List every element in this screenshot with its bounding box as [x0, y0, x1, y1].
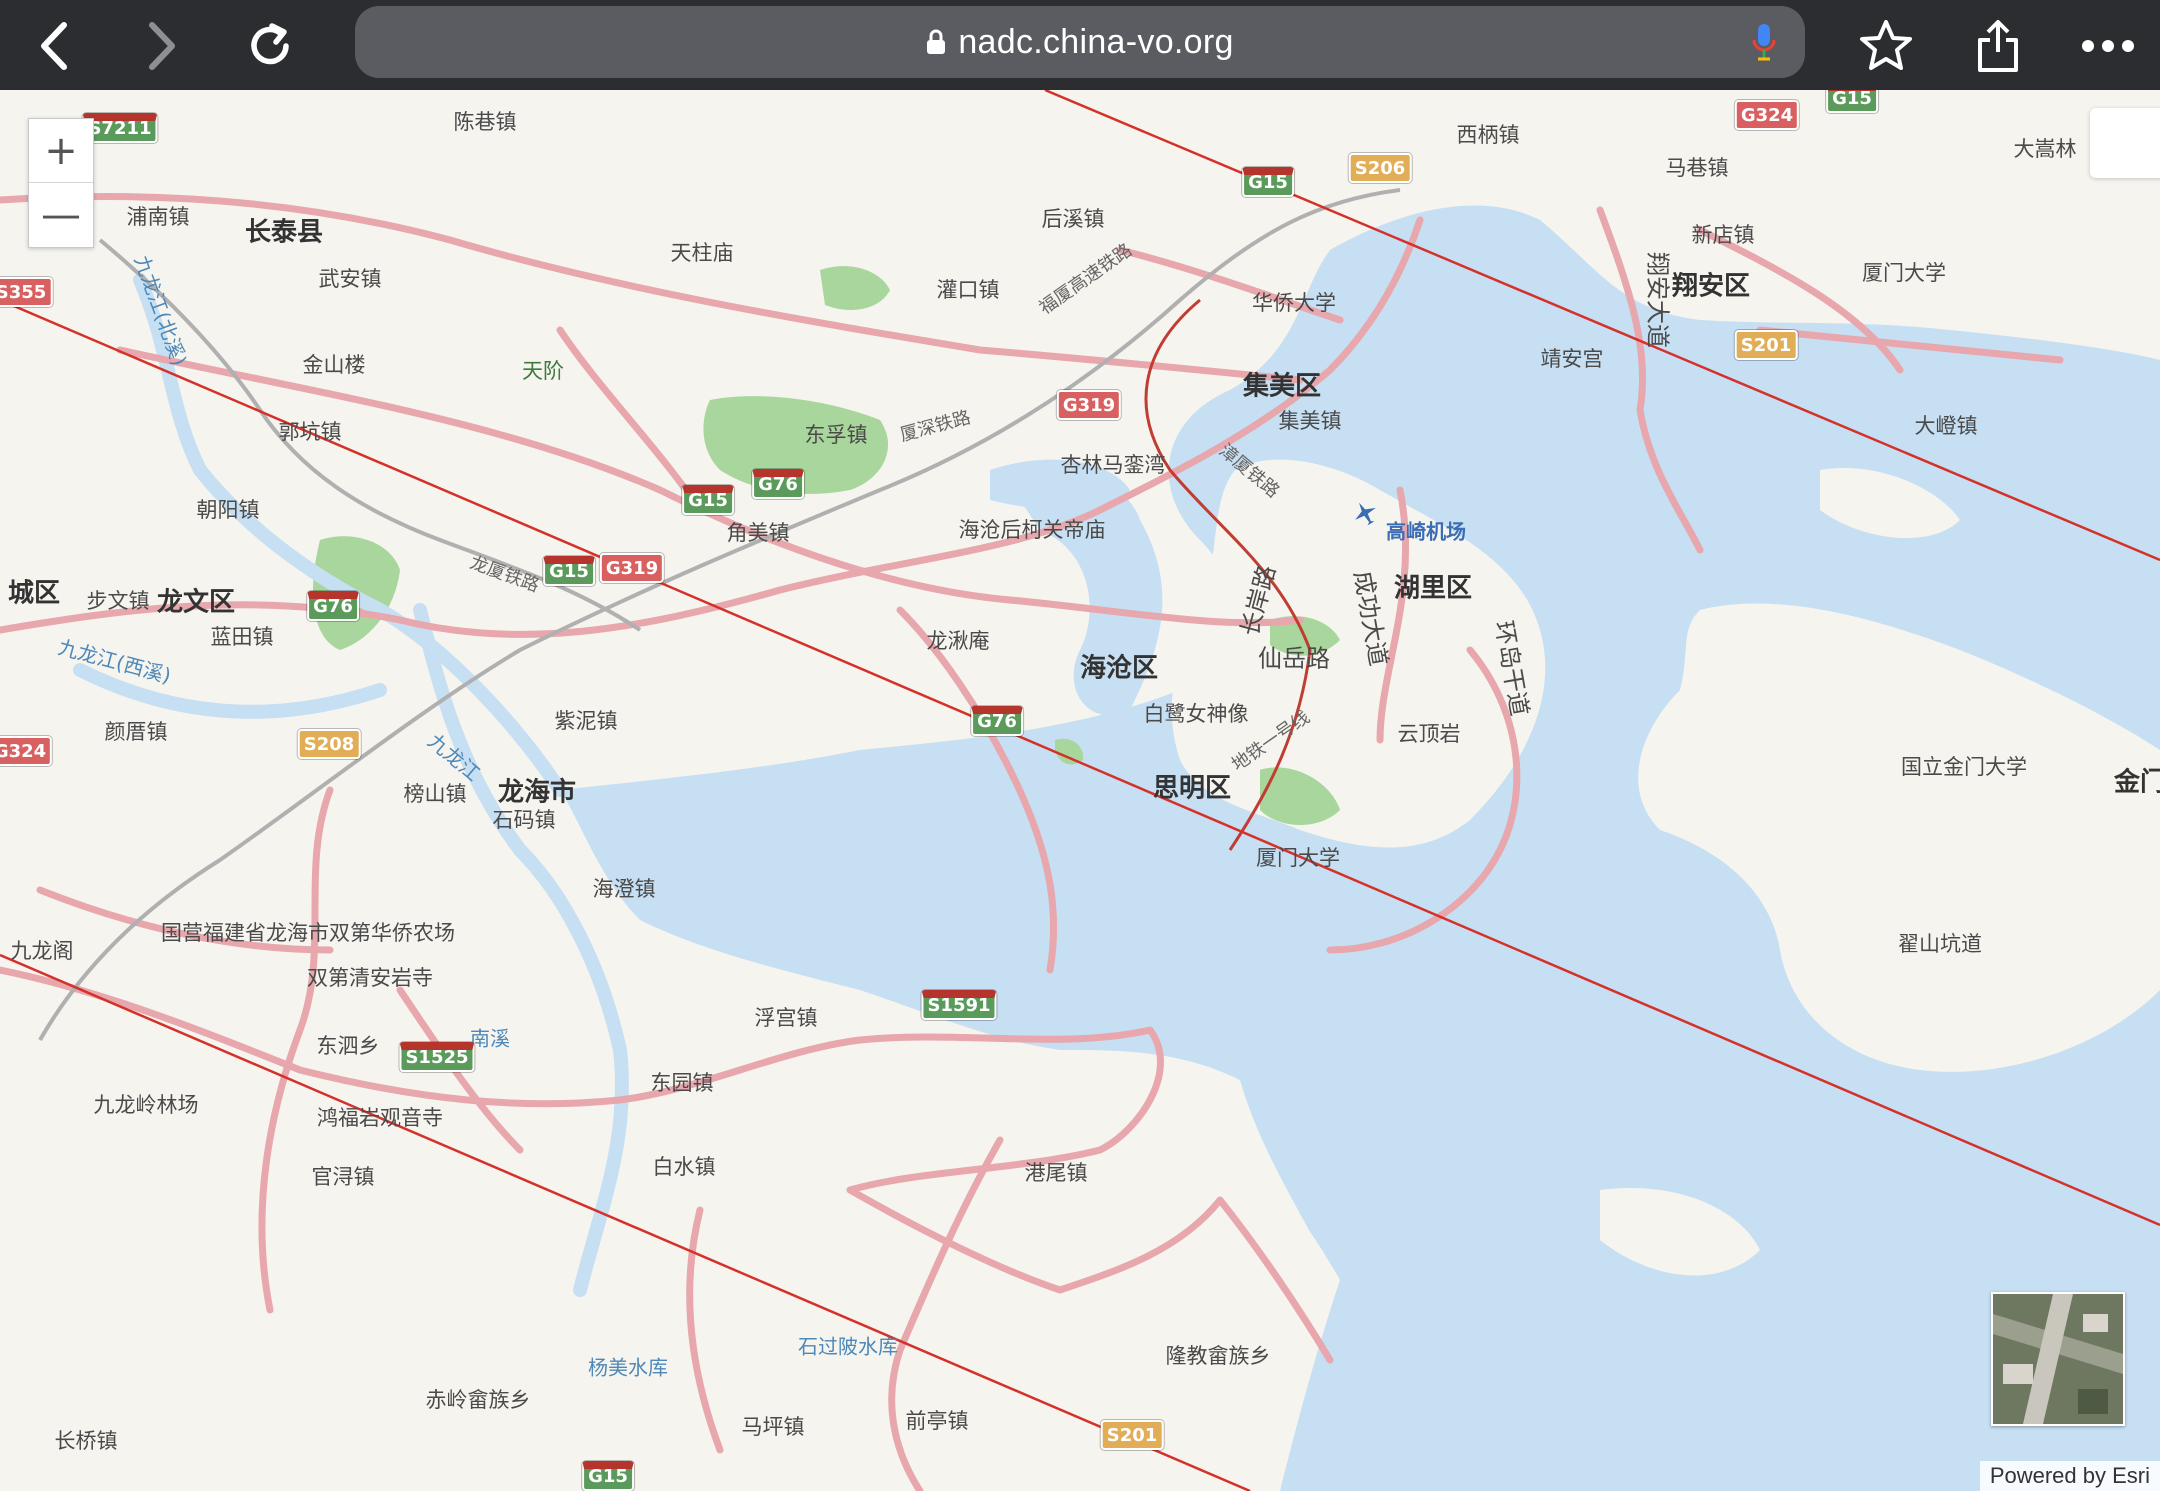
star-icon	[1860, 20, 1912, 70]
route-shield: G324	[0, 736, 53, 766]
map-view[interactable]: 陈巷镇 西柄镇 马巷镇 大嵩林 浦南镇 长泰县 后溪镇 天柱庙 新店镇 翔安区 …	[0, 90, 2160, 1491]
basemap-toggle[interactable]	[1991, 1292, 2125, 1426]
address-bar[interactable]: nadc.china-vo.org	[355, 6, 1805, 78]
route-shield: S355	[0, 277, 53, 307]
lock-icon	[927, 29, 946, 54]
airport-icon	[1355, 502, 1376, 526]
route-shield: G76	[971, 706, 1023, 736]
zoom-out-button[interactable]: —	[29, 182, 93, 246]
satellite-thumbnail-icon	[1993, 1294, 2123, 1424]
share-button[interactable]	[1960, 8, 2036, 84]
microphone-icon[interactable]	[1751, 22, 1777, 62]
route-shield: S206	[1348, 153, 1412, 183]
menu-button[interactable]	[2070, 8, 2146, 84]
route-shield: G15	[582, 1461, 634, 1491]
bookmark-button[interactable]	[1848, 8, 1924, 84]
map-widget-button[interactable]	[2090, 108, 2160, 178]
route-shield: S201	[1100, 1420, 1164, 1450]
back-button[interactable]	[16, 8, 92, 84]
chevron-left-icon	[41, 22, 67, 70]
route-shield: G76	[307, 591, 359, 621]
url-text: nadc.china-vo.org	[958, 22, 1234, 61]
route-shield: G319	[599, 553, 665, 583]
chevron-right-icon	[149, 22, 175, 70]
route-shield: S201	[1734, 330, 1798, 360]
route-shield: G15	[1826, 90, 1878, 113]
route-shield: S208	[297, 729, 361, 759]
basemap	[0, 90, 2160, 1491]
route-shield: G15	[543, 556, 595, 586]
route-shield: S1591	[921, 990, 997, 1020]
route-shield: G15	[682, 485, 734, 515]
reload-icon	[251, 23, 289, 65]
attribution[interactable]: Powered by Esri	[1979, 1461, 2160, 1491]
route-shield: G324	[1734, 100, 1800, 130]
forward-button[interactable]	[124, 8, 200, 84]
share-icon	[1978, 20, 2018, 72]
route-shield: G15	[1242, 167, 1294, 197]
more-horizontal-icon	[2082, 40, 2134, 52]
route-shield: G319	[1056, 390, 1122, 420]
route-shield: G76	[752, 469, 804, 499]
browser-toolbar: nadc.china-vo.org	[0, 0, 2160, 91]
reload-button[interactable]	[232, 8, 308, 84]
route-shield: S1525	[399, 1042, 475, 1072]
zoom-in-button[interactable]: +	[29, 119, 93, 182]
zoom-control: + —	[28, 118, 94, 248]
